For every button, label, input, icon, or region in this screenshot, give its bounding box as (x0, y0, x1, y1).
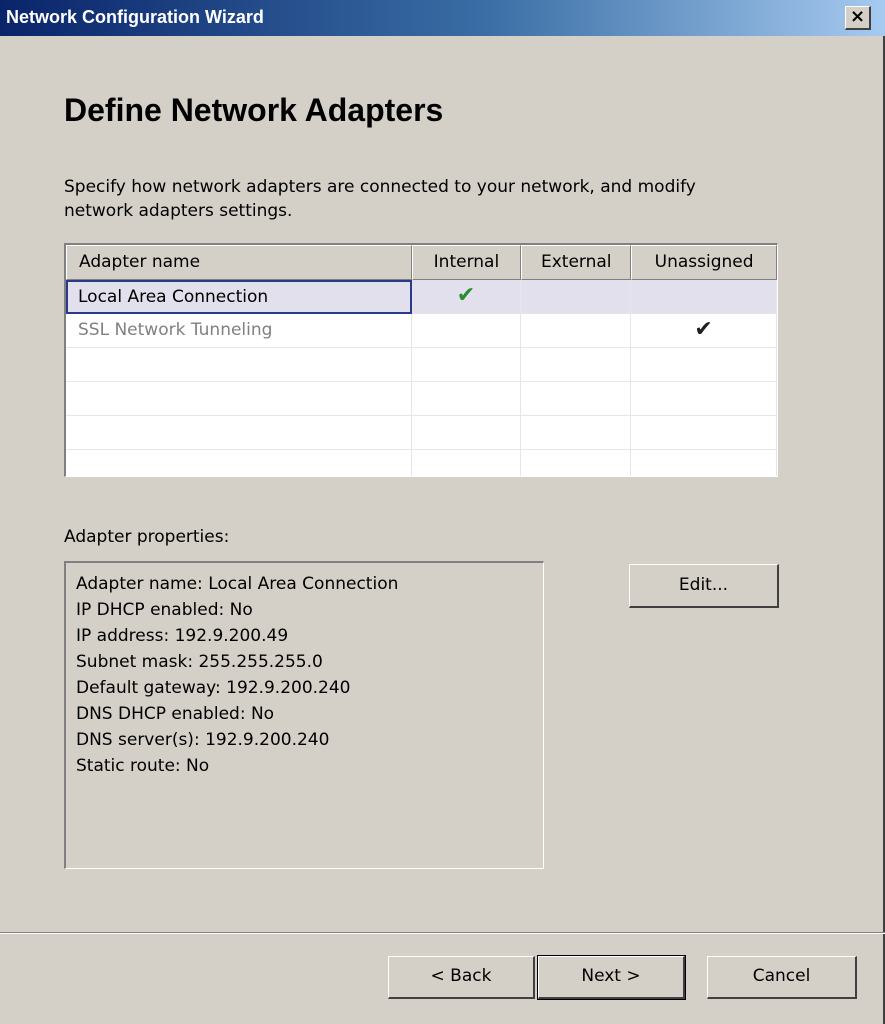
internal-cell (411, 348, 522, 382)
property-dns-dhcp: DNS DHCP enabled: No (76, 704, 275, 724)
adapter-name-cell (66, 450, 412, 476)
property-adapter-name: Adapter name: Local Area Connection (76, 574, 399, 594)
column-header-external[interactable]: External (521, 245, 632, 280)
window-title: Network Configuration Wizard (6, 7, 264, 27)
table-row[interactable]: SSL Network Tunneling ✔ (66, 314, 777, 348)
adapter-name-cell (66, 348, 412, 382)
check-icon: ✔ (456, 283, 476, 308)
internal-cell (411, 416, 522, 450)
edit-button[interactable]: Edit... (629, 564, 779, 608)
property-default-gateway: Default gateway: 192.9.200.240 (76, 678, 351, 698)
close-icon: × (849, 6, 866, 27)
internal-cell (411, 382, 522, 416)
column-header-unassigned[interactable]: Unassigned (631, 245, 777, 280)
table-row (66, 348, 777, 382)
internal-cell (412, 450, 522, 476)
internal-cell[interactable] (411, 314, 522, 348)
table-row (66, 416, 777, 450)
page-heading: Define Network Adapters (64, 92, 444, 128)
external-cell (521, 382, 632, 416)
table-row (66, 450, 777, 476)
unassigned-cell (631, 348, 777, 382)
unassigned-cell (631, 382, 777, 416)
table-row (66, 382, 777, 416)
adapter-name-cell (66, 382, 412, 416)
adapter-name-cell[interactable]: Local Area Connection (66, 280, 412, 314)
close-button[interactable]: × (845, 6, 871, 30)
table-row[interactable]: Local Area Connection ✔ (66, 280, 777, 314)
column-header-internal[interactable]: Internal (411, 245, 522, 280)
footer-separator (0, 932, 885, 934)
external-cell (521, 416, 632, 450)
external-cell[interactable] (521, 314, 632, 348)
external-cell (521, 348, 632, 382)
unassigned-cell (631, 416, 777, 450)
internal-cell[interactable]: ✔ (411, 280, 522, 314)
page-description: Specify how network adapters are connect… (64, 177, 696, 221)
external-cell[interactable] (521, 280, 632, 314)
back-button[interactable]: < Back (388, 956, 535, 999)
adapter-properties-box[interactable]: Adapter name: Local Area Connection IP D… (64, 561, 544, 869)
property-ip-dhcp: IP DHCP enabled: No (76, 600, 253, 620)
external-cell (521, 450, 632, 476)
adapter-name-cell (66, 416, 412, 450)
grid-header: Adapter name Internal External Unassigne… (66, 245, 777, 280)
next-button[interactable]: Next > (537, 955, 686, 1000)
cancel-button[interactable]: Cancel (707, 956, 857, 999)
adapter-name-cell[interactable]: SSL Network Tunneling (66, 314, 412, 348)
unassigned-cell (631, 450, 777, 476)
property-ip-address: IP address: 192.9.200.49 (76, 626, 289, 646)
unassigned-cell[interactable] (631, 280, 777, 314)
property-dns-servers: DNS server(s): 192.9.200.240 (76, 730, 330, 750)
adapter-properties-label: Adapter properties: (64, 527, 230, 547)
unassigned-cell[interactable]: ✔ (631, 314, 777, 348)
title-bar: Network Configuration Wizard × (0, 0, 885, 36)
column-header-adapter-name[interactable]: Adapter name (66, 245, 412, 280)
property-static-route: Static route: No (76, 756, 210, 776)
property-subnet-mask: Subnet mask: 255.255.255.0 (76, 652, 323, 672)
adapter-grid[interactable]: Adapter name Internal External Unassigne… (64, 243, 778, 477)
check-icon: ✔ (694, 317, 713, 342)
